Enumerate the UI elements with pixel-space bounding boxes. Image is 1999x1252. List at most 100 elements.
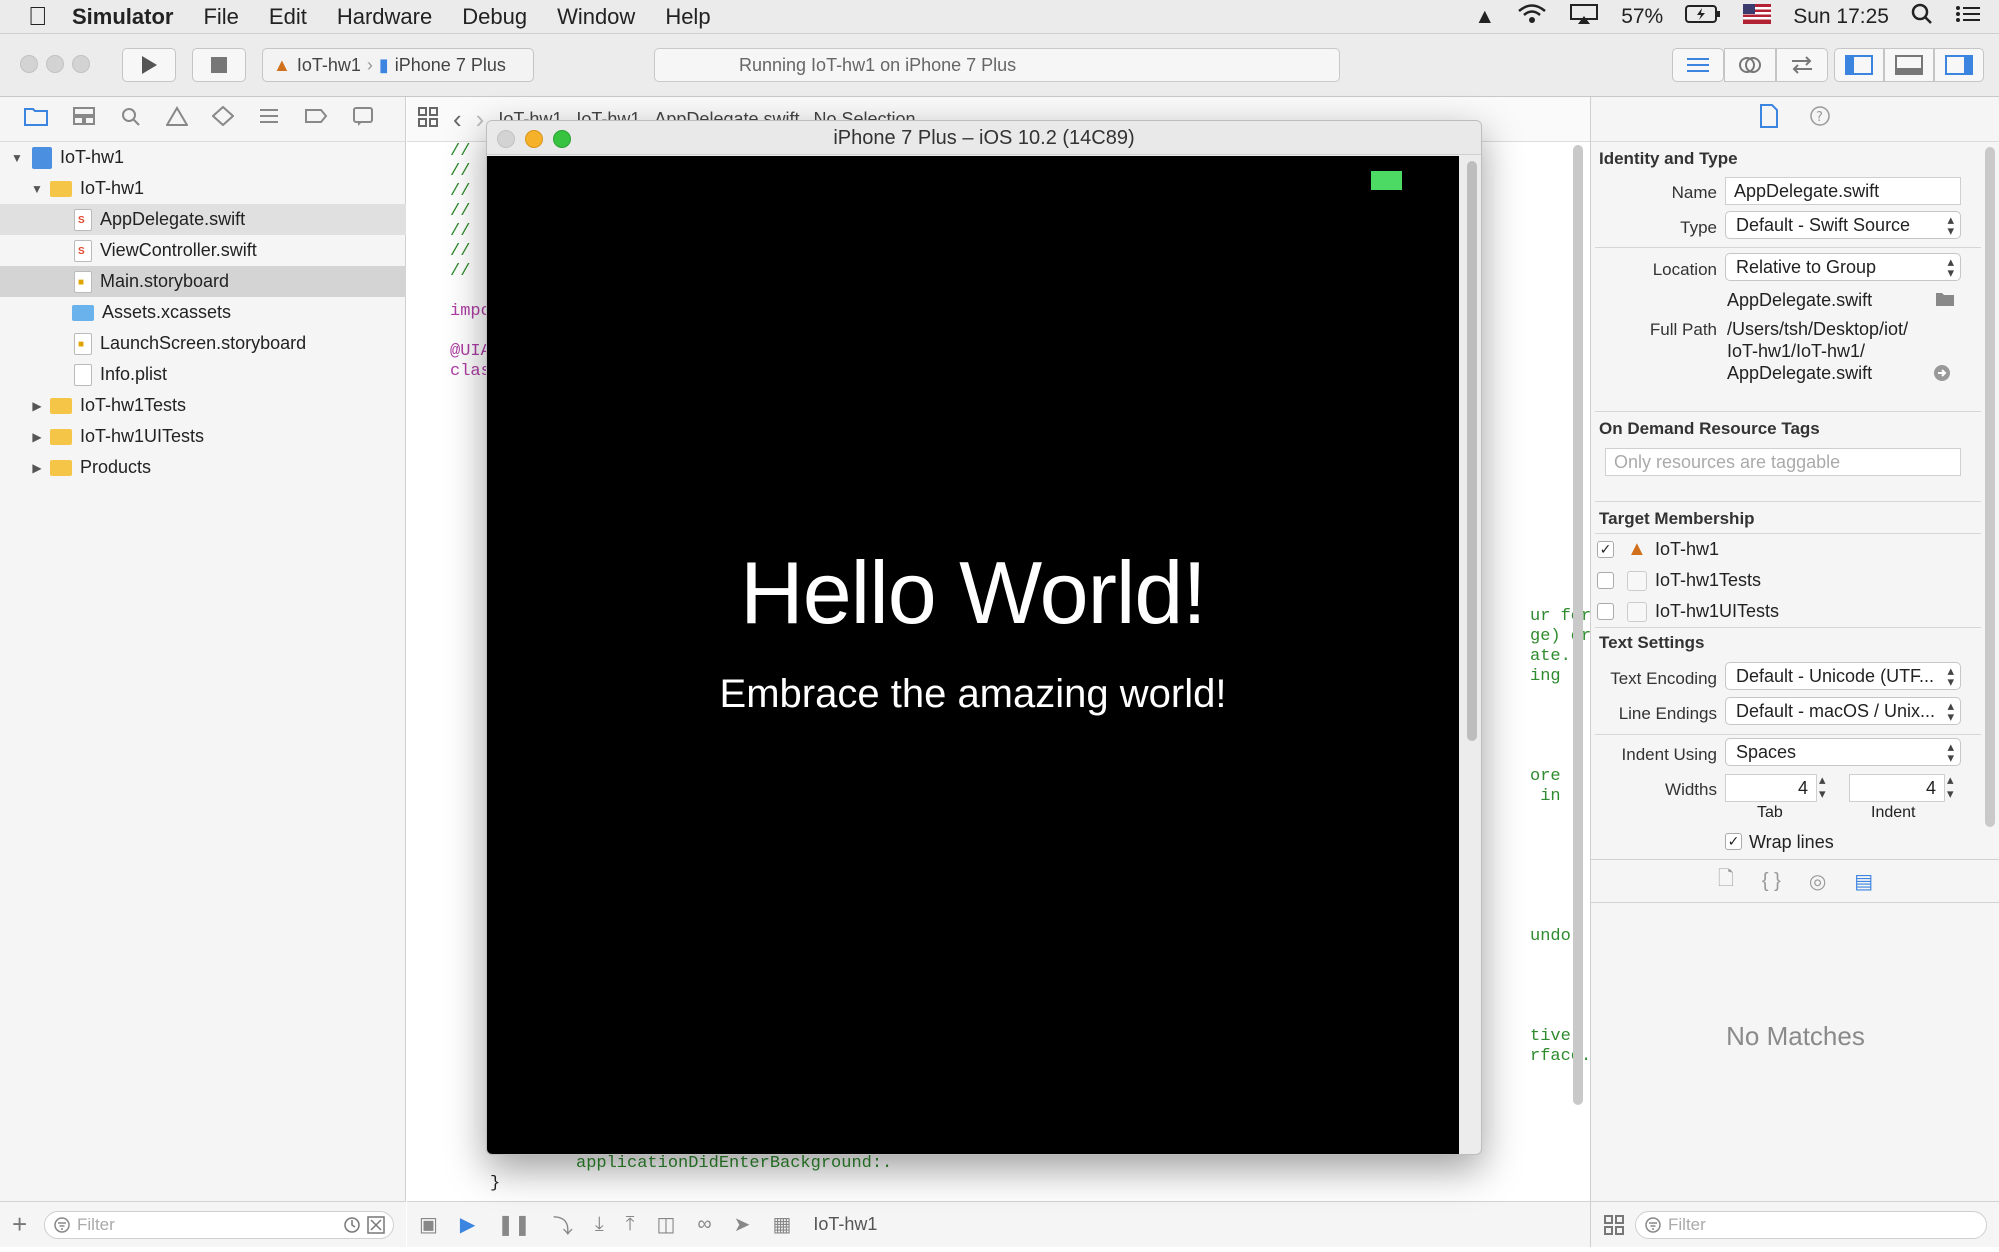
warning-icon[interactable] (165, 106, 189, 132)
indent-width-stepper[interactable]: ▴ ▾ (1947, 773, 1954, 801)
indent-using-popup[interactable]: Spaces ▴ ▾ (1725, 738, 1961, 766)
battery-percent[interactable]: 57% (1621, 5, 1663, 29)
tree-item-assets[interactable]: Assets.xcassets (0, 297, 406, 328)
tree-item-main-storyboard[interactable]: ■ Main.storyboard (0, 266, 406, 297)
target-row[interactable]: IoT-hw1Tests (1591, 566, 1977, 596)
menu-window[interactable]: Window (557, 4, 635, 30)
grid-view-icon[interactable] (1603, 1214, 1625, 1241)
back-icon[interactable]: ‹ (453, 104, 462, 135)
tree-item-launchscreen[interactable]: ■ LaunchScreen.storyboard (0, 328, 406, 359)
source-control-filter-icon[interactable] (367, 1216, 385, 1239)
tree-item-appdelegate[interactable]: S AppDelegate.swift (0, 204, 406, 235)
line-endings-popup[interactable]: Default - macOS / Unix... ▴ ▾ (1725, 697, 1961, 725)
debug-target-label[interactable]: IoT-hw1 (813, 1214, 877, 1235)
tab-width-field[interactable]: 4 (1725, 774, 1817, 802)
tree-item-uitests[interactable]: ▶ IoT-hw1UITests (0, 421, 406, 452)
device-screen[interactable]: Hello World! Embrace the amazing world! (487, 156, 1459, 1154)
target-row[interactable]: ✓ ▲ IoT-hw1 (1591, 535, 1977, 565)
object-library-icon[interactable]: ◎ (1809, 869, 1826, 894)
target-checkbox[interactable] (1597, 603, 1614, 620)
tree-item-viewcontroller[interactable]: S ViewController.swift (0, 235, 406, 266)
version-editor-button[interactable] (1776, 48, 1828, 82)
type-popup[interactable]: Default - Swift Source ▴ ▾ (1725, 211, 1961, 239)
location-popup[interactable]: Relative to Group ▴ ▾ (1725, 253, 1961, 281)
debug-area-toggle-button[interactable] (1884, 48, 1934, 82)
encoding-popup[interactable]: Default - Unicode (UTF... ▴ ▾ (1725, 662, 1961, 690)
wifi-icon[interactable] (1517, 3, 1547, 31)
add-icon[interactable]: + (12, 1209, 27, 1240)
debug-icon[interactable] (258, 106, 280, 132)
pause-icon[interactable]: ❚❚ (497, 1212, 531, 1237)
disclosure-open-icon[interactable]: ▼ (10, 151, 24, 165)
related-items-icon[interactable] (417, 106, 439, 133)
file-template-icon[interactable]: 🗋 (1718, 864, 1734, 898)
tab-width-stepper[interactable]: ▴ ▾ (1819, 773, 1826, 801)
menu-help[interactable]: Help (665, 4, 710, 30)
target-row[interactable]: IoT-hw1UITests (1591, 597, 1977, 627)
target-checkbox[interactable] (1597, 572, 1614, 589)
airplay-icon[interactable] (1569, 3, 1599, 31)
wrap-lines-checkbox[interactable]: ✓ (1725, 833, 1742, 850)
menu-hardware[interactable]: Hardware (337, 4, 432, 30)
simulator-scrollbar[interactable] (1467, 161, 1477, 741)
editor-scrollbar[interactable] (1573, 145, 1583, 1105)
apple-icon[interactable]:  (28, 1, 72, 32)
folder-icon[interactable] (24, 106, 48, 132)
window-minimize-button[interactable] (46, 55, 64, 73)
step-into-icon[interactable]: ⤓ (595, 1213, 604, 1236)
spotlight-icon[interactable] (1911, 3, 1933, 31)
target-checkbox[interactable]: ✓ (1597, 541, 1614, 558)
run-button[interactable] (122, 48, 176, 82)
tree-item-info-plist[interactable]: Info.plist (0, 359, 406, 390)
library-filter-input[interactable]: Filter (1635, 1211, 1987, 1239)
scheme-selector[interactable]: ▲ IoT-hw1 › ▮ iPhone 7 Plus (262, 48, 534, 82)
folder-browse-icon[interactable] (1935, 291, 1955, 312)
media-library-icon[interactable]: ▤ (1854, 869, 1873, 894)
breakpoint-icon[interactable] (304, 106, 328, 132)
disclosure-closed-icon[interactable]: ▶ (30, 430, 44, 444)
step-over-icon[interactable]: ⤵ (553, 1210, 573, 1239)
location-icon[interactable]: ➤ (734, 1212, 751, 1237)
menu-file[interactable]: File (203, 4, 238, 30)
navigator-filter-input[interactable]: Filter (44, 1211, 394, 1239)
symbol-icon[interactable] (120, 106, 142, 132)
step-out-icon[interactable]: ⤒ (626, 1213, 635, 1236)
clock[interactable]: Sun 17:25 (1793, 5, 1889, 29)
notification-center-icon[interactable] (1955, 4, 1981, 30)
view-debugger-icon[interactable]: ◫ (657, 1212, 676, 1237)
menu-debug[interactable]: Debug (462, 4, 527, 30)
code-snippet-icon[interactable]: { } (1762, 870, 1781, 893)
menu-app-simulator[interactable]: Simulator (72, 4, 173, 30)
file-inspector-icon[interactable] (1759, 104, 1779, 134)
standard-editor-button[interactable] (1672, 48, 1724, 82)
memory-graph-icon[interactable]: ∞ (697, 1213, 711, 1236)
battery-icon[interactable] (1685, 4, 1721, 30)
simulator-minimize-button[interactable] (525, 130, 543, 148)
name-field[interactable]: AppDelegate.swift (1725, 177, 1961, 205)
window-close-button[interactable] (20, 55, 38, 73)
disclosure-closed-icon[interactable]: ▶ (30, 399, 44, 413)
simulator-zoom-button[interactable] (553, 130, 571, 148)
disclosure-closed-icon[interactable]: ▶ (30, 461, 44, 475)
indent-width-field[interactable]: 4 (1849, 774, 1945, 802)
drive-icon[interactable]: ▲ (1474, 5, 1495, 29)
test-icon[interactable] (211, 105, 235, 132)
menu-edit[interactable]: Edit (269, 4, 307, 30)
forward-icon[interactable]: › (476, 104, 485, 135)
quick-help-icon[interactable]: ? (1809, 105, 1831, 133)
hide-debug-area-icon[interactable]: ▣ (419, 1212, 438, 1237)
tree-item-group-iot-hw1[interactable]: ▼ IoT-hw1 (0, 173, 406, 204)
inspector-scrollbar[interactable] (1985, 147, 1995, 827)
breakpoints-toggle-icon[interactable]: ▶ (460, 1212, 475, 1237)
recent-files-icon[interactable] (343, 1216, 361, 1239)
report-icon[interactable] (352, 106, 374, 132)
source-control-icon[interactable] (72, 106, 96, 132)
navigator-toggle-button[interactable] (1834, 48, 1884, 82)
tree-item-tests[interactable]: ▶ IoT-hw1Tests (0, 390, 406, 421)
window-zoom-button[interactable] (72, 55, 90, 73)
stop-button[interactable] (192, 48, 246, 82)
assistant-editor-button[interactable] (1724, 48, 1776, 82)
tree-item-products[interactable]: ▶ Products (0, 452, 406, 483)
simulator-close-button[interactable] (497, 130, 515, 148)
flag-icon[interactable] (1743, 4, 1772, 30)
